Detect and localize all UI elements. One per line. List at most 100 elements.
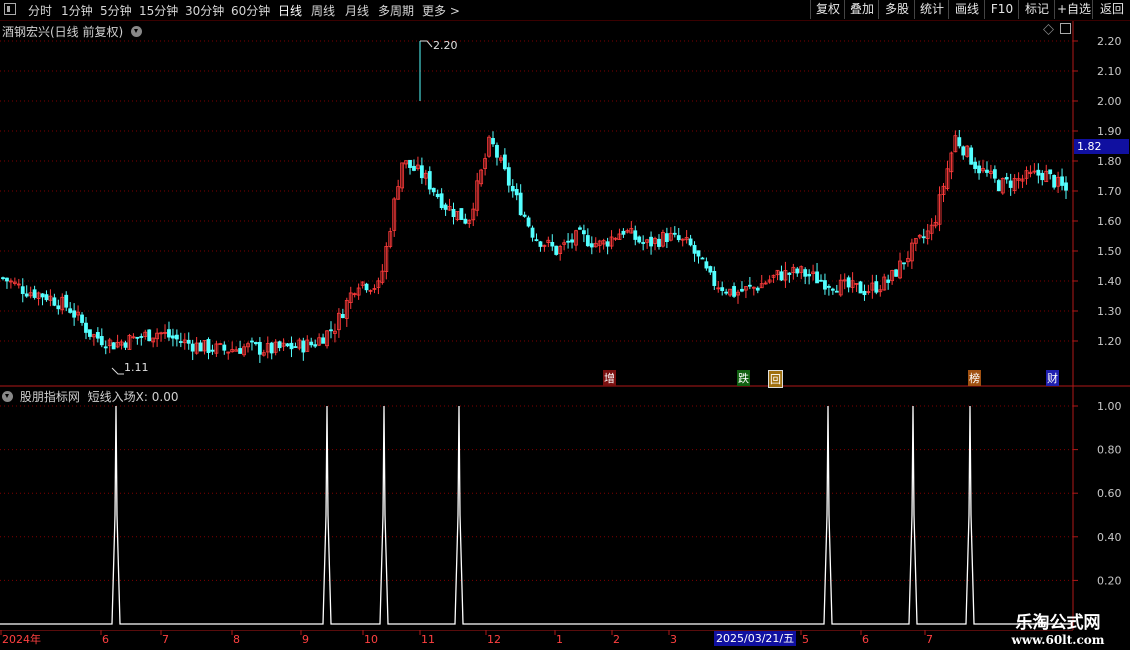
event-marker[interactable]: 榜 xyxy=(968,370,981,386)
draw-line-button[interactable]: 画线 xyxy=(948,0,985,19)
back-button[interactable]: 返回 xyxy=(1092,0,1130,19)
candle-body xyxy=(720,287,725,292)
candle-body xyxy=(755,287,760,291)
candle-body xyxy=(463,218,468,224)
add-watchlist-button[interactable]: +自选 xyxy=(1054,0,1093,19)
y-tick-label: 1.80 xyxy=(1097,155,1122,168)
candle-body xyxy=(1008,180,1013,188)
y-tick-label: 1.40 xyxy=(1097,275,1122,288)
candle-body xyxy=(171,335,175,339)
period-more[interactable]: 更多 > xyxy=(422,2,460,19)
candle-body xyxy=(435,193,440,198)
period-5min[interactable]: 5分钟 xyxy=(100,2,132,19)
candle-body xyxy=(186,339,191,344)
y-tick-label: 1.50 xyxy=(1097,245,1122,258)
candle-body xyxy=(254,342,258,345)
x-tick-label: 12 xyxy=(487,633,501,646)
candle-body xyxy=(1004,177,1009,180)
candle-body xyxy=(20,286,25,294)
candle-body xyxy=(992,169,997,179)
candle-body xyxy=(64,294,69,308)
candle-body xyxy=(439,193,444,209)
candle-body xyxy=(957,137,962,147)
candle-body xyxy=(676,235,681,241)
candle-body xyxy=(147,329,152,342)
candle-body xyxy=(44,294,49,301)
stats-button[interactable]: 统计 xyxy=(914,0,949,19)
candle-body xyxy=(874,281,879,293)
period-weekly[interactable]: 周线 xyxy=(311,2,335,19)
candle-body xyxy=(858,281,863,294)
candle-body xyxy=(1060,176,1064,186)
candle-body xyxy=(459,208,464,220)
multi-stock-button[interactable]: 多股 xyxy=(878,0,915,19)
candle-body xyxy=(795,268,800,274)
candle-body xyxy=(1052,174,1057,188)
y-tick-label: 2.00 xyxy=(1097,95,1122,108)
period-30min[interactable]: 30分钟 xyxy=(185,2,224,19)
event-marker[interactable]: 增 xyxy=(603,370,616,386)
overlay-button[interactable]: 叠加 xyxy=(844,0,879,19)
candle-body xyxy=(700,257,705,260)
candle-body xyxy=(502,154,507,170)
menu-icon[interactable] xyxy=(4,3,16,15)
indicator-chart[interactable]: 1.00 0.80 0.60 0.40 0.20 xyxy=(0,386,1130,630)
event-marker[interactable]: 跌 xyxy=(737,370,750,386)
period-15min[interactable]: 15分钟 xyxy=(139,2,178,19)
candle-body xyxy=(578,227,582,230)
y-tick-label: 0.80 xyxy=(1097,444,1122,457)
candle-body xyxy=(408,159,412,168)
candle-body xyxy=(84,322,88,333)
candle-body xyxy=(815,271,819,284)
f10-button[interactable]: F10 xyxy=(984,0,1019,19)
candle-body xyxy=(491,138,495,145)
candle-body xyxy=(969,147,974,165)
period-1min[interactable]: 1分钟 xyxy=(61,2,93,19)
candle-body xyxy=(977,165,981,174)
candle-body xyxy=(886,279,891,283)
candlestick-chart[interactable]: 2.20 2.10 2.00 1.90 1.80 1.70 1.60 1.50 1.40 1.30… xyxy=(0,21,1130,387)
x-tick-label: 10 xyxy=(364,633,378,646)
candle-body xyxy=(894,269,898,277)
period-daily[interactable]: 日线 xyxy=(278,2,302,19)
y-tick-label: 1.20 xyxy=(1097,335,1122,348)
x-tick-label: 2024年 xyxy=(2,632,41,646)
candle-body xyxy=(708,266,713,273)
mark-button[interactable]: 标记 xyxy=(1018,0,1055,19)
period-fenshi[interactable]: 分时 xyxy=(28,2,52,19)
event-marker[interactable]: 财 xyxy=(1046,370,1059,386)
candle-body xyxy=(174,334,179,340)
candle-body xyxy=(103,346,108,349)
y-tick-label: 1.00 xyxy=(1097,400,1122,413)
x-tick-label: 9 xyxy=(302,633,309,646)
period-multi[interactable]: 多周期 xyxy=(378,2,414,19)
candle-body xyxy=(123,342,128,348)
candle-body xyxy=(40,293,45,298)
candle-body xyxy=(747,284,752,287)
candle-body xyxy=(846,277,851,288)
fuquan-button[interactable]: 复权 xyxy=(810,0,845,19)
candle-body xyxy=(210,349,215,352)
candle-body xyxy=(135,336,140,339)
candle-body xyxy=(518,192,523,216)
candle-body xyxy=(56,305,61,310)
x-axis: 2024年 6 7 8 9 10 11 12 1 2 3 5 6 7 xyxy=(0,630,1073,646)
candle-body xyxy=(1036,169,1041,176)
candle-body xyxy=(581,230,586,235)
period-monthly[interactable]: 月线 xyxy=(345,2,369,19)
candle-body xyxy=(510,185,515,192)
candle-body xyxy=(834,290,839,293)
candle-body xyxy=(95,332,100,339)
candle-body xyxy=(779,271,784,281)
candle-body xyxy=(68,308,73,313)
candle-body xyxy=(206,339,211,353)
candle-body xyxy=(538,241,543,247)
period-60min[interactable]: 60分钟 xyxy=(231,2,270,19)
candle-body xyxy=(88,329,92,337)
candle-body xyxy=(52,297,57,306)
candle-body xyxy=(495,144,499,158)
candle-body xyxy=(712,270,717,286)
candle-body xyxy=(285,343,290,347)
candle-body xyxy=(139,336,144,338)
candle-body xyxy=(178,341,183,343)
